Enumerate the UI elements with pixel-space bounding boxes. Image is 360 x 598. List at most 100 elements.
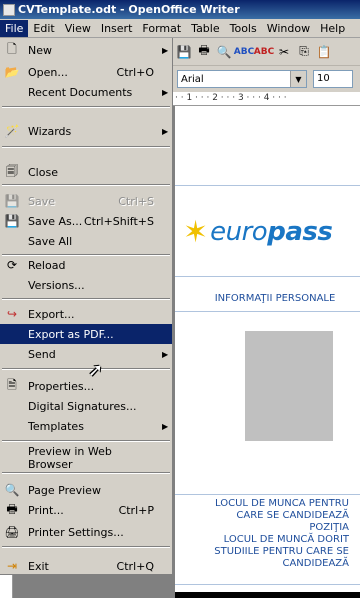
europass-star-icon: ✶ <box>183 214 209 250</box>
document-page[interactable]: ✶ europass INFORMAŢII PERSONALE LOCUL DE… <box>175 106 360 598</box>
menu-item-templates[interactable]: Templates ▶ <box>0 416 172 436</box>
document-area: ✶ europass INFORMAŢII PERSONALE LOCUL DE… <box>173 106 360 598</box>
menu-item-page-preview[interactable]: 🔍 Page Preview <box>0 480 172 500</box>
table-border <box>175 311 360 312</box>
cut-icon[interactable]: ✂ <box>275 43 293 61</box>
menu-edit[interactable]: Edit <box>28 20 59 37</box>
menu-item-wizards[interactable]: 🪄 Wizards ▶ <box>0 121 172 141</box>
menu-item-printer-settings[interactable]: 🖨 Printer Settings... <box>0 522 172 542</box>
print-icon: 🖶 <box>6 501 18 516</box>
print-icon[interactable]: 🖶 <box>195 43 213 61</box>
wizard-icon: 🪄 <box>4 124 20 138</box>
menu-separator <box>2 146 170 148</box>
menu-separator <box>2 298 170 300</box>
job-line: LOCUL DE MUNCĂ DORIT <box>223 534 349 545</box>
printer-settings-icon: 🖨 <box>4 525 20 539</box>
close-document-icon: 🗐 <box>6 163 18 178</box>
vertical-ruler <box>0 575 13 598</box>
menu-item-export[interactable]: ↪ Export... <box>0 304 172 324</box>
menu-item-recent-documents[interactable]: Recent Documents ▶ <box>0 82 172 102</box>
ruler-ticks: · · 1 · · · 2 · · · 3 · · · 4 · · · <box>175 93 287 103</box>
table-border <box>175 185 360 186</box>
menu-item-save-all[interactable]: Save All <box>0 231 172 251</box>
photo-placeholder <box>245 331 333 441</box>
table-border <box>175 276 360 277</box>
europass-logo: ✶ europass <box>183 206 353 258</box>
font-size-value: 10 <box>317 73 330 84</box>
menu-separator <box>2 184 170 186</box>
page-preview-icon: 🔍 <box>4 483 20 497</box>
copy-icon[interactable]: ⎘ <box>295 43 313 61</box>
app-icon <box>3 3 15 16</box>
table-border <box>175 584 360 585</box>
menu-table[interactable]: Table <box>186 20 224 37</box>
page-preview-icon[interactable]: 🔍 <box>215 43 233 61</box>
job-line: LOCUL DE MUNCA PENTRU <box>215 498 349 509</box>
save-as-icon: 💾 <box>4 214 20 228</box>
menu-item-close[interactable]: 🗐 Close <box>0 162 172 182</box>
exit-icon: ⇥ <box>6 559 18 573</box>
menu-file[interactable]: File <box>0 19 29 37</box>
submenu-arrow-icon: ▶ <box>162 421 169 431</box>
title-bar: CVTemplate.odt - OpenOffice Writer <box>0 0 360 19</box>
font-size-combo[interactable]: 10 <box>313 70 353 88</box>
menu-item-versions[interactable]: Versions... <box>0 275 172 295</box>
reload-icon: ⟳ <box>6 258 18 272</box>
submenu-arrow-icon: ▶ <box>162 45 169 55</box>
menu-insert[interactable]: Insert <box>96 20 138 37</box>
formatting-toolbar: Arial ▼ 10 <box>173 66 360 92</box>
autospellcheck-icon[interactable]: ABC <box>254 43 274 61</box>
job-line: POZIŢIA <box>309 522 349 533</box>
horizontal-ruler: · · 1 · · · 2 · · · 3 · · · 4 · · · <box>173 92 360 106</box>
file-menu-dropdown: 🗋 New ▶ 📂 Open... Ctrl+O Recent Document… <box>0 38 173 575</box>
job-line: STUDIILE PENTRU CARE SE <box>214 546 349 557</box>
menu-item-exit[interactable]: ⇥ Exit Ctrl+Q <box>0 556 172 576</box>
job-line: CARE SE CANDIDEAZĂ <box>236 510 349 521</box>
menu-item-preview-in-web-browser[interactable]: Preview in Web Browser <box>0 445 172 471</box>
menu-item-new[interactable]: 🗋 New ▶ <box>0 40 172 60</box>
menu-item-open[interactable]: 📂 Open... Ctrl+O <box>0 62 172 82</box>
window-title: CVTemplate.odt - OpenOffice Writer <box>18 3 240 16</box>
font-name-value: Arial <box>181 73 204 85</box>
properties-icon: 🗎 <box>7 377 17 392</box>
page-footer-bar <box>175 592 360 598</box>
export-icon: ↪ <box>6 307 18 321</box>
menu-separator <box>2 106 170 108</box>
standard-toolbar: 💾 🖶 🔍 ABC ABC ✂ ⎘ 📋 <box>173 38 360 66</box>
submenu-arrow-icon: ▶ <box>162 349 169 359</box>
spellcheck-icon[interactable]: ABC <box>234 43 254 61</box>
menu-format[interactable]: Format <box>137 20 186 37</box>
menu-separator <box>2 440 170 442</box>
menu-item-send[interactable]: Send ▶ <box>0 344 172 364</box>
open-folder-icon: 📂 <box>4 65 20 79</box>
menu-separator <box>2 472 170 474</box>
menu-item-export-as-pdf[interactable]: Export as PDF... <box>0 324 172 344</box>
section-heading: INFORMAŢII PERSONALE <box>214 293 336 304</box>
menu-view[interactable]: View <box>60 20 96 37</box>
menu-tools[interactable]: Tools <box>225 20 262 37</box>
menu-item-properties[interactable]: 🗎 Properties... <box>0 376 172 396</box>
table-border <box>175 494 360 495</box>
submenu-arrow-icon: ▶ <box>162 87 169 97</box>
submenu-arrow-icon: ▶ <box>162 126 169 136</box>
save-icon[interactable]: 💾 <box>175 43 193 61</box>
europass-wordmark: europass <box>210 217 333 247</box>
menu-separator <box>2 546 170 548</box>
menu-item-digital-signatures[interactable]: Digital Signatures... <box>0 396 172 416</box>
new-document-icon: 🗋 <box>7 41 17 56</box>
menu-window[interactable]: Window <box>262 20 315 37</box>
save-icon: 💾 <box>4 194 20 208</box>
job-line: CANDIDEAZĂ <box>282 558 349 569</box>
job-application-text: LOCUL DE MUNCA PENTRU CARE SE CANDIDEAZĂ… <box>179 498 349 570</box>
menu-separator <box>2 368 170 370</box>
chevron-down-icon[interactable]: ▼ <box>290 71 306 87</box>
menu-item-save-as[interactable]: 💾 Save As... Ctrl+Shift+S <box>0 211 172 231</box>
mouse-pointer-icon: ➚ <box>88 360 104 381</box>
menu-item-print[interactable]: 🖶 Print... Ctrl+P <box>0 500 172 520</box>
menu-bar: File Edit View Insert Format Table Tools… <box>0 19 360 38</box>
font-name-combo[interactable]: Arial ▼ <box>177 70 307 88</box>
menu-item-reload[interactable]: ⟳ Reload <box>0 255 172 275</box>
paste-icon[interactable]: 📋 <box>315 43 333 61</box>
menu-item-save[interactable]: 💾 Save Ctrl+S <box>0 191 172 211</box>
menu-help[interactable]: Help <box>315 20 350 37</box>
